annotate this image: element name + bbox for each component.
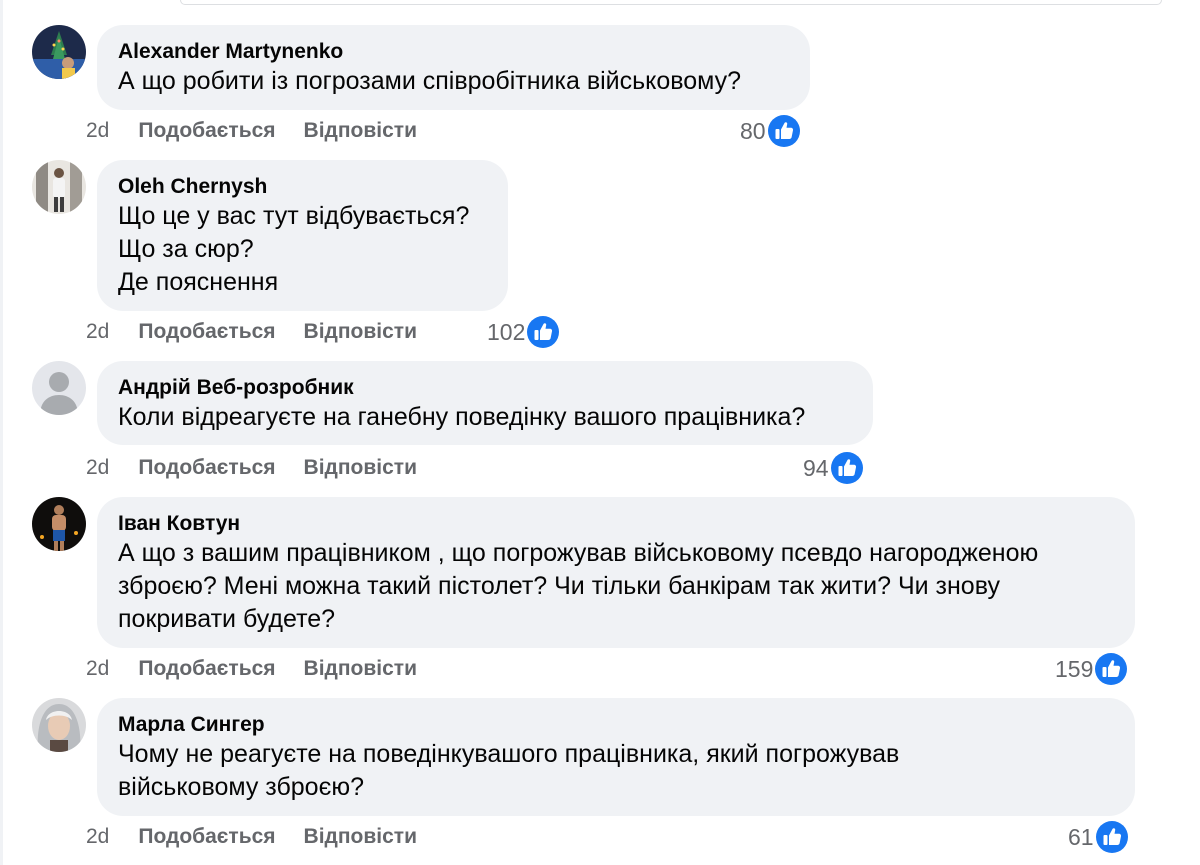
like-button[interactable]: Подобається [138, 825, 275, 849]
comment-timestamp[interactable]: 2d [86, 320, 109, 344]
comment-bubble: Іван Ковтун А що з вашим працівником , щ… [97, 497, 1135, 648]
like-button[interactable]: Подобається [138, 456, 275, 480]
reply-button[interactable]: Відповісти [304, 657, 417, 681]
left-scroll-edge [0, 0, 3, 865]
like-thumbs-up-icon [1095, 821, 1128, 853]
comment-text: Коли відреагуєте на ганебну поведінку ва… [118, 403, 806, 431]
comment-bubble: Андрій Веб-розробник Коли відреагуєте на… [97, 361, 873, 445]
avatar-photo-icon [32, 497, 86, 551]
comment-author[interactable]: Андрій Веб-розробник [118, 374, 852, 401]
reaction-count[interactable]: 61 [1068, 820, 1128, 854]
comment-text: А що робити із погрозами співробітника в… [118, 67, 742, 95]
avatar[interactable] [32, 698, 86, 752]
reaction-number: 80 [740, 117, 766, 144]
default-user-icon [32, 361, 86, 415]
reply-button[interactable]: Відповісти [304, 825, 417, 849]
comment-actions: 2d Подобається Відповісти [86, 317, 417, 347]
like-button[interactable]: Подобається [138, 119, 275, 143]
comment-actions: 2d Подобається Відповісти [86, 116, 417, 146]
comment-author[interactable]: Alexander Martynenko [118, 38, 789, 65]
reaction-count[interactable]: 159 [1055, 652, 1128, 686]
like-thumbs-up-icon [1095, 653, 1128, 685]
comment-actions: 2d Подобається Відповісти [86, 453, 417, 483]
reaction-number: 102 [487, 318, 526, 345]
avatar-photo-icon [32, 25, 86, 79]
comment-timestamp[interactable]: 2d [86, 657, 109, 681]
reply-button[interactable]: Відповісти [304, 119, 417, 143]
comment-author[interactable]: Oleh Chernysh [118, 173, 487, 200]
comment-bubble: Alexander Martynenko А що робити із погр… [97, 25, 810, 110]
reaction-count[interactable]: 80 [740, 114, 800, 148]
comment-timestamp[interactable]: 2d [86, 825, 109, 849]
like-button[interactable]: Подобається [138, 320, 275, 344]
avatar[interactable] [32, 361, 86, 415]
reaction-number: 61 [1068, 823, 1094, 850]
avatar-photo-icon [32, 160, 86, 214]
previous-card-edge [180, 0, 1162, 5]
reply-button[interactable]: Відповісти [304, 456, 417, 480]
reply-button[interactable]: Відповісти [304, 320, 417, 344]
avatar[interactable] [32, 497, 86, 551]
like-thumbs-up-icon [830, 452, 863, 484]
reaction-number: 94 [803, 454, 829, 481]
comment-author[interactable]: Марла Сингер [118, 711, 1114, 738]
reaction-number: 159 [1055, 655, 1094, 682]
avatar[interactable] [32, 160, 86, 214]
comment-bubble: Oleh Chernysh Що це у вас тут відбуваєть… [97, 160, 508, 311]
comment-author[interactable]: Іван Ковтун [118, 510, 1114, 537]
like-button[interactable]: Подобається [138, 657, 275, 681]
comment-bubble: Марла Сингер Чому не реагуєте на поведін… [97, 698, 1135, 816]
comment-actions: 2d Подобається Відповісти [86, 822, 417, 852]
comment-actions: 2d Подобається Відповісти [86, 654, 417, 684]
like-thumbs-up-icon [767, 115, 800, 147]
comment-text: Що це у вас тут відбувається? Що за сюр?… [118, 202, 470, 296]
comments-panel: Alexander Martynenko А що робити із погр… [0, 0, 1200, 865]
reaction-count[interactable]: 94 [803, 451, 863, 485]
comment-text: Чому не реагуєте на поведінкувашого прац… [118, 740, 900, 801]
reaction-count[interactable]: 102 [487, 315, 560, 349]
comment-text: А що з вашим працівником , що погрожував… [118, 539, 1039, 633]
avatar-photo-icon [32, 698, 86, 752]
comment-timestamp[interactable]: 2d [86, 119, 109, 143]
comment-timestamp[interactable]: 2d [86, 456, 109, 480]
like-thumbs-up-icon [527, 316, 560, 348]
avatar[interactable] [32, 25, 86, 79]
